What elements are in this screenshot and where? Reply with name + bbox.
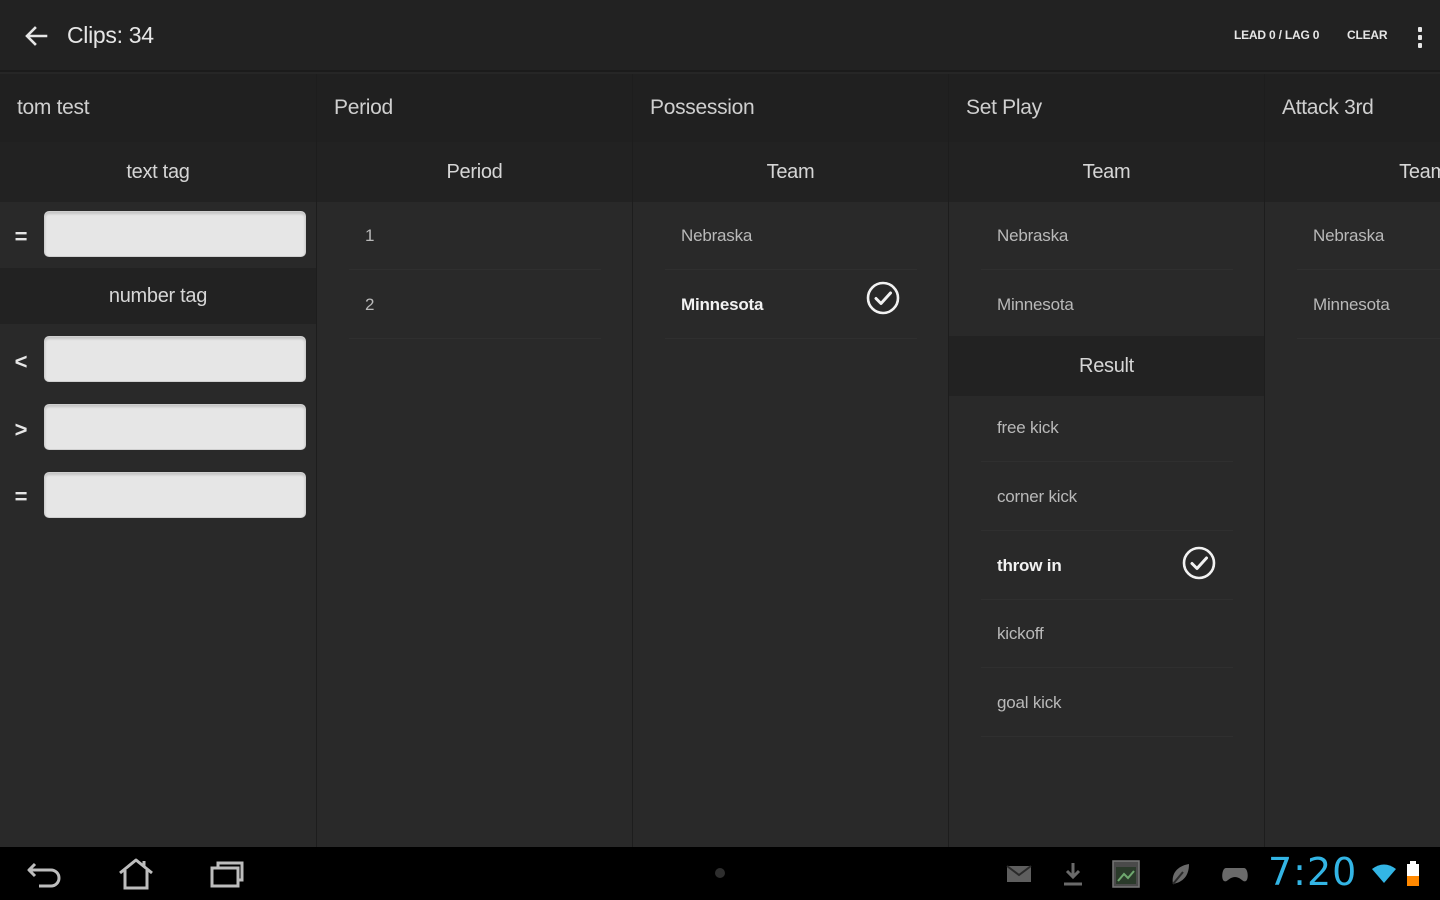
status-clock: 7:20 (1268, 850, 1358, 894)
column-set-play: Set Play Team Nebraska Minnesota Result … (949, 74, 1265, 847)
list-item-label: kickoff (997, 623, 1044, 643)
group-header: Team (1265, 142, 1440, 202)
page-title: Clips: 34 (67, 22, 154, 48)
column-header: Attack 3rd (1265, 74, 1440, 142)
number-tag-operator-greater: > (14, 417, 28, 442)
text-tag-header: text tag (0, 142, 316, 202)
recent-apps-icon (210, 861, 244, 888)
screenshot-icon[interactable] (1110, 859, 1142, 889)
nav-home-button[interactable] (111, 855, 161, 893)
group-header: Team (949, 142, 1264, 202)
leaf-app-icon[interactable] (1165, 859, 1197, 889)
number-tag-equal-input[interactable] (44, 472, 306, 518)
list-item-corner-kick[interactable]: corner kick (981, 463, 1233, 531)
list-item-team-nebraska[interactable]: Nebraska (981, 202, 1233, 270)
group-header: Period (317, 142, 632, 202)
list-item-team-nebraska[interactable]: Nebraska (1297, 202, 1440, 270)
column-possession: Possession Team Nebraska Minnesota (633, 74, 949, 847)
text-tag-operator: = (14, 224, 28, 249)
battery-icon (1402, 859, 1424, 889)
checkmark-icon (1182, 546, 1216, 580)
home-icon (119, 858, 153, 890)
back-button[interactable] (16, 18, 56, 54)
email-icon[interactable] (1003, 859, 1035, 889)
column-header: Possession (633, 74, 948, 142)
number-tag-operator-equal: = (14, 484, 28, 509)
number-tag-less-input[interactable] (44, 336, 306, 382)
column-period: Period Period 1 2 (317, 74, 633, 847)
nav-center-dot (715, 868, 725, 878)
text-tag-input[interactable] (44, 211, 306, 257)
list-item-goal-kick[interactable]: goal kick (981, 669, 1233, 737)
list-item-throw-in[interactable]: throw in (981, 532, 1233, 600)
number-tag-greater-input[interactable] (44, 404, 306, 450)
list-item-label: 2 (365, 294, 375, 314)
checkmark-icon (866, 281, 900, 315)
arrow-back-icon (25, 26, 48, 46)
clear-button[interactable]: CLEAR (1347, 28, 1388, 42)
list-item-kickoff[interactable]: kickoff (981, 600, 1233, 668)
list-item-label: Nebraska (681, 225, 753, 245)
download-icon[interactable] (1057, 859, 1089, 889)
list-item-period-2[interactable]: 2 (349, 271, 601, 339)
list-item-label: throw in (997, 555, 1062, 575)
back-icon (27, 862, 61, 888)
number-tag-operator-less: < (14, 349, 28, 374)
list-item-label: 1 (365, 225, 375, 245)
list-item-label: Nebraska (997, 225, 1069, 245)
nav-back-button[interactable] (20, 855, 70, 893)
list-item-free-kick[interactable]: free kick (981, 394, 1233, 462)
list-item-team-minnesota[interactable]: Minnesota (981, 271, 1233, 339)
list-item-label: Minnesota (997, 294, 1074, 314)
group-header: Team (633, 142, 948, 202)
overflow-menu-button[interactable] (1406, 22, 1434, 52)
filter-column: tom test text tag = number tag < > = (0, 74, 317, 847)
overflow-menu-icon (1418, 26, 1422, 32)
list-item-label: goal kick (997, 692, 1062, 712)
column-header: Period (317, 74, 632, 142)
column-header: Set Play (949, 74, 1264, 142)
column-header: tom test (0, 74, 316, 142)
list-item-label: free kick (997, 417, 1059, 437)
list-item-label: Minnesota (1313, 294, 1390, 314)
group-header: Result (949, 336, 1264, 396)
list-item-label: corner kick (997, 486, 1077, 506)
number-tag-header: number tag (0, 268, 316, 324)
column-attack-3rd: Attack 3rd Team Nebraska Minnesota (1265, 74, 1440, 847)
list-item-team-minnesota[interactable]: Minnesota (1297, 271, 1440, 339)
list-item-label: Minnesota (681, 294, 764, 314)
wifi-icon (1370, 859, 1398, 889)
list-item-label: Nebraska (1313, 225, 1385, 245)
list-item-team-nebraska[interactable]: Nebraska (665, 202, 917, 270)
list-item-period-1[interactable]: 1 (349, 202, 601, 270)
game-controller-icon[interactable] (1219, 859, 1251, 889)
action-bar: Clips: 34 LEAD 0 / LAG 0 CLEAR (0, 0, 1440, 72)
app-window: Clips: 34 LEAD 0 / LAG 0 CLEAR tom test … (0, 0, 1440, 900)
nav-recent-apps-button[interactable] (201, 855, 251, 893)
lead-lag-button[interactable]: LEAD 0 / LAG 0 (1234, 28, 1319, 42)
list-item-team-minnesota[interactable]: Minnesota (665, 271, 917, 339)
